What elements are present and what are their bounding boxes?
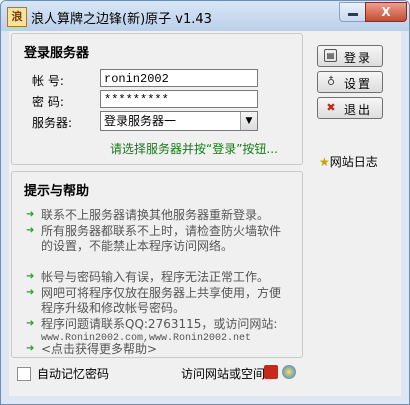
account-input[interactable]: ronin2002	[100, 69, 258, 87]
app-icon: 浪	[7, 7, 27, 27]
login-group-title: 登录服务器	[24, 46, 90, 61]
star-icon: ★	[319, 155, 330, 169]
website-log-label: 网站日志	[329, 155, 378, 169]
exit-button[interactable]: ✖ 退出	[317, 97, 383, 119]
server-select[interactable]: 登录服务器一 ▼	[100, 111, 258, 131]
login-hint: 请选择服务器并按“登录”按钮...	[110, 142, 278, 156]
lightbulb-icon: ♁	[326, 75, 336, 88]
client-area: 登录服务器 帐 号: ronin2002 密 码: ********* 服务器:…	[9, 31, 401, 396]
arrow-right-icon: ➜	[26, 343, 35, 354]
remember-password-label: 自动记忆密码	[37, 367, 110, 381]
window-title: 浪人算牌之边锋(新)原子 v1.43	[31, 12, 212, 27]
arrow-right-icon: ➜	[26, 225, 35, 236]
main-window: 浪 浪人算牌之边锋(新)原子 v1.43 X 登录服务器 帐 号: ronin2…	[0, 0, 410, 405]
title-bar[interactable]: 浪 浪人算牌之边锋(新)原子 v1.43 X	[1, 1, 409, 31]
arrow-right-icon: ➜	[26, 318, 35, 329]
server-label: 服务器:	[32, 116, 73, 130]
remember-password-checkbox[interactable]	[17, 367, 31, 381]
settings-button-label: 设置	[344, 77, 373, 91]
website-log-link[interactable]: ★网站日志	[319, 153, 378, 170]
arrow-right-icon: ➜	[26, 271, 35, 282]
arrow-right-icon: ➜	[26, 209, 35, 220]
exit-button-label: 退出	[344, 103, 373, 117]
website-icon[interactable]	[264, 365, 278, 379]
settings-button[interactable]: ♁ 设置	[317, 71, 383, 93]
password-label: 密 码:	[32, 95, 64, 109]
close-icon: ✖	[326, 101, 336, 114]
account-label: 帐 号:	[32, 74, 64, 88]
minimize-button[interactable]	[339, 2, 367, 22]
space-icon[interactable]	[282, 365, 296, 379]
close-button[interactable]: X	[365, 2, 407, 22]
login-group: 登录服务器 帐 号: ronin2002 密 码: ********* 服务器:…	[11, 33, 303, 165]
help-group-title: 提示与帮助	[24, 184, 90, 199]
login-button-label: 登录	[344, 51, 373, 65]
login-icon: ▤	[324, 49, 337, 62]
login-button[interactable]: ▤ 登录	[317, 45, 383, 67]
server-select-value: 登录服务器一	[104, 114, 177, 128]
chevron-down-icon[interactable]: ▼	[240, 112, 257, 130]
arrow-right-icon: ➜	[26, 287, 35, 298]
help-group: 提示与帮助 ➜ 联系不上服务器请换其他服务器重新登录。 ➜ 所有服务器都联系不上…	[11, 171, 303, 358]
password-input[interactable]: *********	[100, 90, 258, 108]
visit-website-link[interactable]: 访问网站或空间	[181, 365, 265, 382]
minimize-icon	[348, 13, 358, 16]
